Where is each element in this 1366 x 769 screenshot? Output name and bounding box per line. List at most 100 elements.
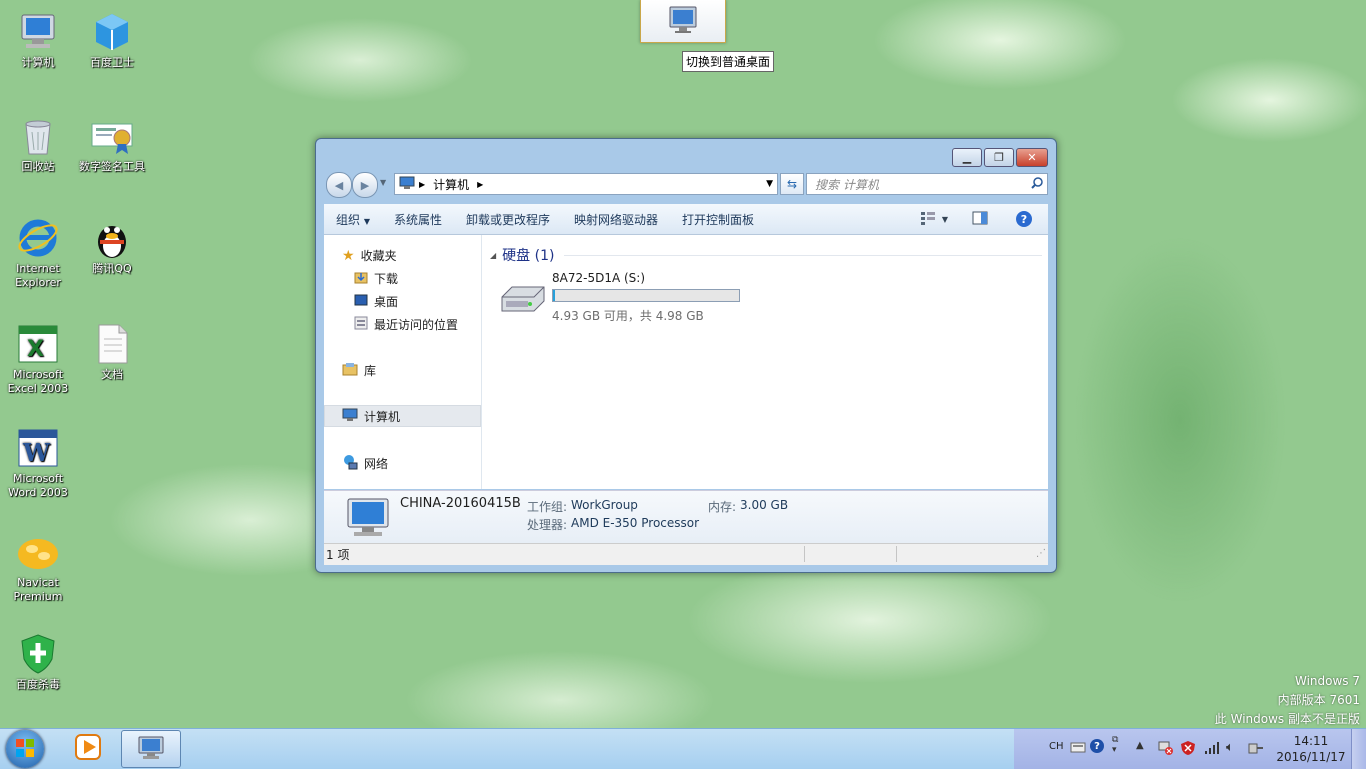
taskbar: CH ? ⧉ ▾ ▲ 🔈︎ 14:11 2016/11/17 bbox=[0, 728, 1366, 769]
status-divider-1 bbox=[804, 546, 805, 562]
desk-icon-computer[interactable]: 计算机 bbox=[2, 10, 74, 70]
navicat-icon bbox=[16, 530, 60, 574]
taskbar-media-player[interactable] bbox=[70, 731, 106, 765]
collapse-triangle-icon: ◢ bbox=[490, 250, 497, 260]
switch-desktop-button[interactable] bbox=[640, 0, 726, 43]
content-area: ★ 收藏夹 下载 桌面 最近访问的位置 库 计算机 网络 ◢ 硬盘 (1) 8A7… bbox=[324, 235, 1048, 489]
language-indicator[interactable]: CH bbox=[1049, 741, 1064, 752]
address-bar[interactable]: ▶ 计算机 ▶ ▼ bbox=[394, 173, 778, 195]
desk-icon-qq[interactable]: 腾讯QQ bbox=[76, 216, 148, 276]
recent-places-icon bbox=[354, 316, 368, 333]
section-divider bbox=[564, 255, 1042, 256]
nav-network[interactable]: 网络 bbox=[342, 454, 388, 473]
computer-icon bbox=[16, 10, 60, 54]
nav-recent[interactable]: 最近访问的位置 bbox=[354, 316, 458, 333]
network-icon bbox=[342, 454, 358, 473]
item-count: 1 项 bbox=[326, 548, 350, 562]
preview-pane-button[interactable] bbox=[972, 211, 988, 228]
nav-libraries[interactable]: 库 bbox=[342, 362, 376, 379]
view-options-button[interactable]: ▼ bbox=[920, 211, 948, 228]
drive-item[interactable]: 8A72-5D1A (S:) 4.93 GB 可用，共 4.98 GB bbox=[498, 269, 758, 325]
show-hidden-icons-button[interactable]: ▲ bbox=[1136, 740, 1144, 751]
map-network-drive-button[interactable]: 映射网络驱动器 bbox=[562, 211, 670, 228]
network-warning-icon[interactable] bbox=[1158, 741, 1174, 758]
help-button[interactable]: ? bbox=[1016, 211, 1032, 227]
security-icon[interactable] bbox=[1180, 740, 1196, 759]
desk-icon-baidu-guard[interactable]: 百度卫士 bbox=[76, 10, 148, 70]
breadcrumb-chevron-icon[interactable]: ▶ bbox=[477, 180, 483, 189]
watermark-line-3: 此 Windows 副本不是正版 bbox=[1214, 712, 1360, 726]
shield-cube-icon bbox=[90, 10, 134, 54]
close-icon: ✕ bbox=[1027, 151, 1037, 164]
volume-icon[interactable]: 🔈︎ bbox=[1226, 740, 1234, 755]
help-icon: ? bbox=[1016, 211, 1032, 227]
nav-downloads[interactable]: 下载 bbox=[354, 270, 398, 287]
keyboard-icon[interactable] bbox=[1070, 741, 1086, 756]
signal-icon[interactable] bbox=[1204, 741, 1220, 758]
workgroup-label: 工作组: bbox=[527, 500, 568, 514]
desk-icon-navicat[interactable]: Navicat Premium bbox=[2, 530, 74, 604]
workgroup-value: WorkGroup bbox=[571, 498, 638, 512]
nav-computer[interactable]: 计算机 bbox=[342, 408, 400, 425]
section-title: 硬盘 (1) bbox=[502, 248, 555, 264]
forward-button[interactable]: ▶ bbox=[352, 172, 378, 198]
navigation-pane: ★ 收藏夹 下载 桌面 最近访问的位置 库 计算机 网络 bbox=[324, 235, 482, 489]
file-view: ◢ 硬盘 (1) 8A72-5D1A (S:) 4.93 GB 可用，共 4.9… bbox=[482, 235, 1048, 489]
nav-desktop[interactable]: 桌面 bbox=[354, 293, 398, 310]
search-placeholder: 搜索 计算机 bbox=[815, 177, 879, 192]
excel-icon: X bbox=[16, 322, 60, 366]
open-control-panel-button[interactable]: 打开控制面板 bbox=[670, 211, 766, 228]
drive-space: 4.93 GB 可用，共 4.98 GB bbox=[552, 309, 704, 323]
history-dropdown-icon[interactable]: ▼ bbox=[380, 178, 386, 187]
clock[interactable]: 14:11 2016/11/17 bbox=[1276, 733, 1346, 765]
section-header-hard-disks[interactable]: ◢ 硬盘 (1) bbox=[490, 245, 554, 265]
search-icon[interactable] bbox=[1031, 176, 1043, 192]
explorer-window: ▁ ❐ ✕ ◀ ▶ ▼ ▶ 计算机 ▶ ▼ ⇆ 搜索 计算机 组织 ▼ 系统属性… bbox=[315, 138, 1057, 573]
penguin-icon bbox=[90, 216, 134, 260]
nav-libraries-label: 库 bbox=[364, 364, 377, 378]
nav-network-label: 网络 bbox=[364, 457, 389, 471]
restore-icon: ❐ bbox=[994, 151, 1004, 164]
organize-menu[interactable]: 组织 ▼ bbox=[324, 211, 382, 228]
address-dropdown-icon[interactable]: ▼ bbox=[766, 179, 773, 189]
search-input[interactable]: 搜索 计算机 bbox=[806, 173, 1048, 195]
back-button[interactable]: ◀ bbox=[326, 172, 352, 198]
show-desktop-button[interactable] bbox=[1351, 729, 1366, 769]
breadcrumb-computer[interactable]: 计算机 bbox=[433, 176, 469, 193]
desk-icon-document[interactable]: 文档 bbox=[76, 322, 148, 382]
view-list-icon bbox=[920, 211, 936, 228]
close-button[interactable]: ✕ bbox=[1016, 148, 1048, 167]
desk-icon-sign-tool[interactable]: 数字签名工具 bbox=[76, 114, 148, 174]
refresh-button[interactable]: ⇆ bbox=[780, 173, 804, 195]
chevron-down-icon: ▼ bbox=[363, 216, 370, 226]
help-tray-icon[interactable]: ? bbox=[1090, 739, 1104, 753]
uninstall-button[interactable]: 卸载或更改程序 bbox=[454, 211, 562, 228]
start-button[interactable] bbox=[6, 730, 44, 768]
power-icon[interactable] bbox=[1248, 741, 1264, 758]
star-icon: ★ bbox=[342, 247, 355, 264]
forward-arrow-icon: ▶ bbox=[360, 178, 370, 192]
downloads-folder-icon bbox=[354, 270, 368, 287]
refresh-icon: ⇆ bbox=[786, 177, 798, 191]
system-properties-button[interactable]: 系统属性 bbox=[382, 211, 454, 228]
navigation-bar: ◀ ▶ ▼ ▶ 计算机 ▶ ▼ ⇆ 搜索 计算机 bbox=[324, 171, 1048, 198]
watermark-line-2: 内部版本 7601 bbox=[1277, 693, 1360, 707]
desk-icon-word[interactable]: W Microsoft Word 2003 bbox=[2, 426, 74, 500]
desk-icon-excel[interactable]: X Microsoft Excel 2003 bbox=[2, 322, 74, 396]
clock-date: 2016/11/17 bbox=[1276, 750, 1346, 764]
system-tray: CH ? ⧉ ▾ ▲ 🔈︎ 14:11 2016/11/17 bbox=[1014, 729, 1366, 769]
nav-favorites[interactable]: ★ 收藏夹 bbox=[342, 247, 397, 264]
activation-watermark: Windows 7 内部版本 7601 此 Windows 副本不是正版 bbox=[1215, 672, 1360, 729]
memory-label: 内存: bbox=[708, 500, 737, 514]
minimize-button[interactable]: ▁ bbox=[952, 148, 982, 167]
desk-icon-baidu-av[interactable]: 百度杀毒 bbox=[2, 632, 74, 692]
desktop-icon bbox=[354, 294, 368, 309]
taskbar-explorer[interactable] bbox=[121, 730, 181, 768]
drive-usage-bar bbox=[552, 289, 740, 302]
nav-favorites-label: 收藏夹 bbox=[360, 249, 397, 263]
resize-grip-icon[interactable]: ⋰ bbox=[1036, 548, 1046, 559]
desk-icon-recycle-bin[interactable]: 回收站 bbox=[2, 114, 74, 174]
maximize-button[interactable]: ❐ bbox=[984, 148, 1014, 167]
restore-ime-icon[interactable]: ⧉ ▾ bbox=[1112, 735, 1118, 755]
desk-icon-ie[interactable]: Internet Explorer bbox=[2, 216, 74, 290]
